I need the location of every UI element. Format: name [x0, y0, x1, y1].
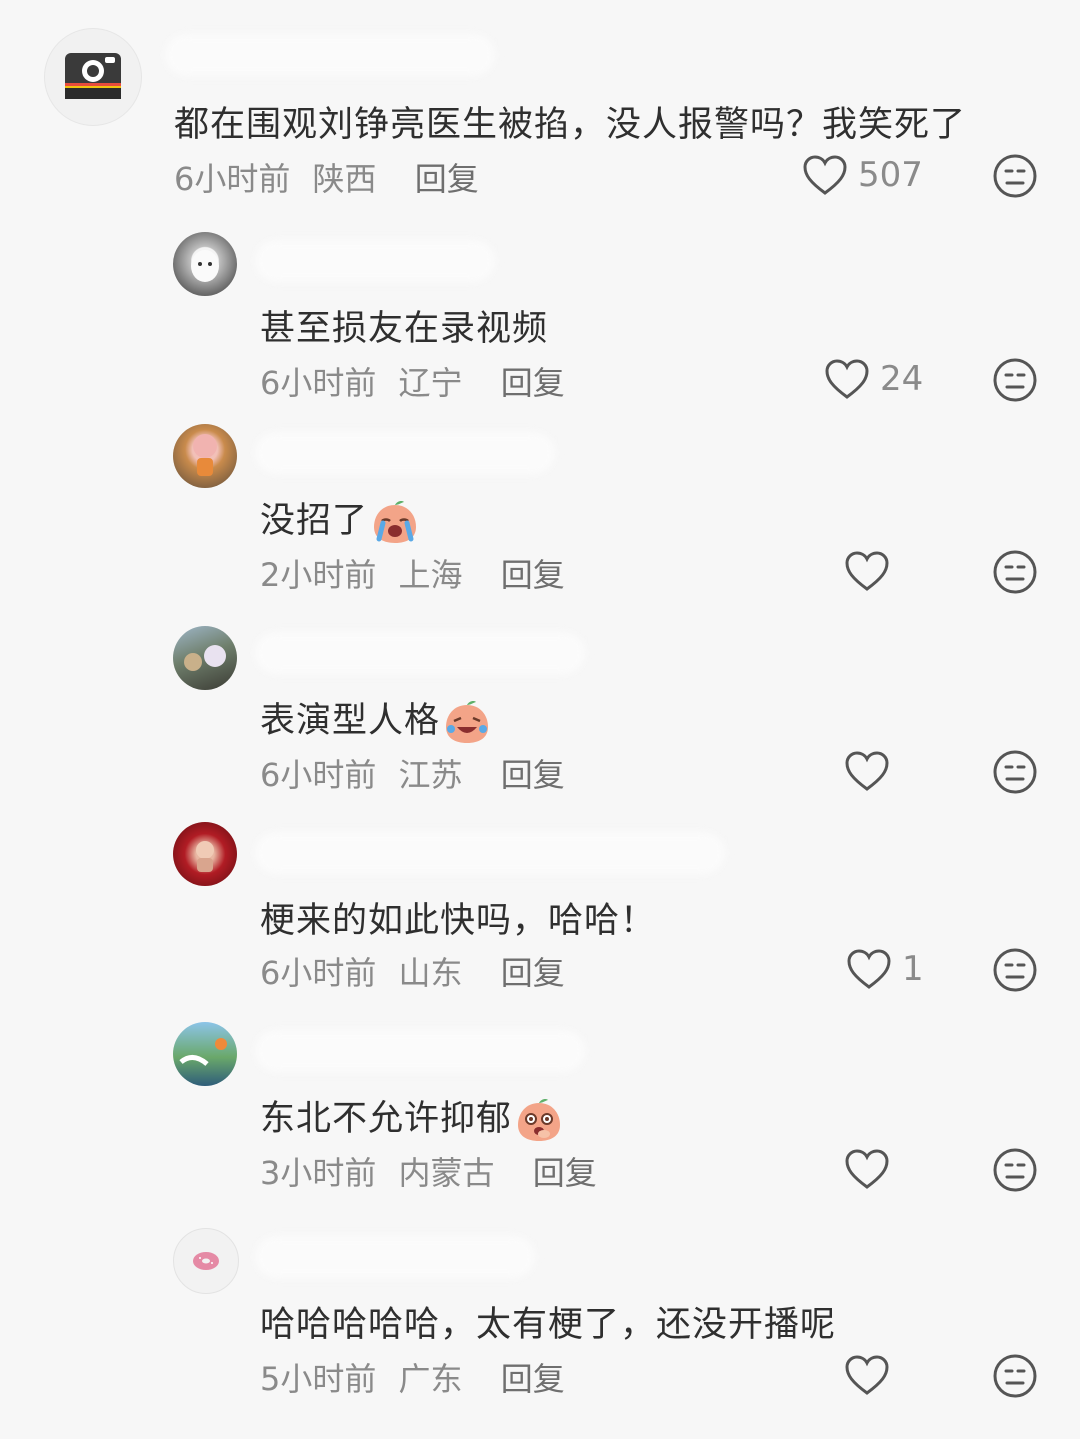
comment-text: 表演型人格: [260, 692, 492, 745]
dislike-button[interactable]: [992, 749, 1038, 795]
crying-peach-emoji: [374, 501, 417, 543]
like-button[interactable]: [844, 750, 890, 792]
comment-time: 6小时前: [260, 954, 377, 992]
like-count: 1: [902, 949, 924, 989]
like-count: 507: [858, 155, 923, 195]
like-button[interactable]: 24: [824, 358, 923, 400]
shocked-peach-emoji: [518, 1099, 561, 1141]
camera-icon: [65, 53, 121, 99]
meh-face-icon: [993, 358, 1037, 402]
reply-button[interactable]: 回复: [501, 364, 565, 402]
dislike-button[interactable]: [992, 1353, 1038, 1399]
comment-meta: 6小时前 辽宁 回复: [260, 358, 565, 404]
meh-face-icon: [993, 1354, 1037, 1398]
heart-icon: [845, 551, 889, 591]
username[interactable]: [255, 1030, 585, 1072]
comment-text: 梗来的如此快吗，哈哈！: [260, 901, 657, 941]
meh-face-icon: [993, 750, 1037, 794]
username[interactable]: [255, 240, 495, 282]
comment-meta: 2小时前 上海 回复: [260, 550, 565, 596]
comment-text: 甚至损友在录视频: [260, 309, 549, 349]
username[interactable]: [255, 632, 585, 674]
plush-photo: [184, 645, 226, 671]
comment-time: 3小时前: [260, 1154, 377, 1192]
dislike-button[interactable]: [992, 153, 1038, 199]
username[interactable]: [165, 34, 495, 76]
heart-icon: [803, 155, 847, 195]
comment-text: 东北不允许抑郁: [260, 1090, 564, 1143]
comment-location: 山东: [398, 954, 463, 992]
like-button[interactable]: 1: [846, 948, 924, 990]
like-button[interactable]: [844, 550, 890, 592]
username[interactable]: [255, 432, 555, 474]
username[interactable]: [255, 1236, 535, 1278]
comment-time: 2小时前: [260, 556, 377, 594]
like-button[interactable]: [844, 1148, 890, 1190]
reply-button[interactable]: 回复: [501, 756, 565, 794]
comment-time: 6小时前: [260, 756, 377, 794]
avatar[interactable]: [173, 232, 237, 296]
comment-location: 上海: [398, 556, 463, 594]
dislike-button[interactable]: [992, 549, 1038, 595]
comment-time: 6小时前: [174, 160, 291, 198]
comment-item: 都在围观刘铮亮医生被掐，没人报警吗？我笑死了 6小时前 陕西 回复 507: [0, 0, 1080, 220]
meh-face-icon: [993, 550, 1037, 594]
username[interactable]: [255, 832, 725, 874]
comment-location: 辽宁: [398, 364, 463, 402]
heart-icon: [845, 1355, 889, 1395]
reply-button[interactable]: 回复: [501, 1360, 565, 1398]
comment-text: 哈哈哈哈哈，太有梗了，还没开播呢: [260, 1305, 837, 1345]
comment-meta: 3小时前 内蒙古 回复: [260, 1148, 597, 1194]
comment-text-content: 表演型人格: [260, 701, 441, 741]
dislike-button[interactable]: [992, 1147, 1038, 1193]
doll-photo: [193, 434, 217, 476]
comment-location: 内蒙古: [398, 1154, 495, 1192]
comment-text: 都在围观刘铮亮医生被掐，没人报警吗？我笑死了: [174, 105, 967, 145]
reply-button[interactable]: 回复: [533, 1154, 597, 1192]
comment-text-content: 东北不允许抑郁: [260, 1099, 513, 1139]
like-button[interactable]: 507: [802, 154, 923, 196]
red-figure-photo: [196, 841, 214, 872]
avatar[interactable]: [173, 1228, 239, 1294]
reply-button[interactable]: 回复: [501, 954, 565, 992]
heart-icon: [845, 751, 889, 791]
reply-button[interactable]: 回复: [501, 556, 565, 594]
avatar[interactable]: [44, 28, 142, 126]
heart-icon: [845, 1149, 889, 1189]
comment-text: 没招了: [260, 492, 420, 545]
comment-location: 江苏: [398, 756, 463, 794]
reply-button[interactable]: 回复: [415, 160, 479, 198]
avatar[interactable]: [173, 626, 237, 690]
dislike-button[interactable]: [992, 357, 1038, 403]
cat-photo: [191, 250, 219, 282]
like-count: 24: [880, 359, 924, 399]
comment-location: 广东: [398, 1360, 463, 1398]
donut-icon: [193, 1252, 219, 1270]
like-button[interactable]: [844, 1354, 890, 1396]
comment-meta: 5小时前 广东 回复: [260, 1354, 565, 1400]
comment-meta: 6小时前 陕西 回复: [174, 154, 479, 200]
meh-face-icon: [993, 948, 1037, 992]
heart-icon: [847, 949, 891, 989]
comment-location: 陕西: [312, 160, 377, 198]
laughing-peach-emoji: [446, 701, 489, 743]
comment-time: 5小时前: [260, 1360, 377, 1398]
meh-face-icon: [993, 154, 1037, 198]
anime-landscape-photo: [179, 1038, 227, 1066]
avatar[interactable]: [173, 1022, 237, 1086]
comment-time: 6小时前: [260, 364, 377, 402]
dislike-button[interactable]: [992, 947, 1038, 993]
heart-icon: [825, 359, 869, 399]
comment-meta: 6小时前 山东 回复: [260, 948, 565, 994]
comment-text-content: 没招了: [260, 501, 369, 541]
avatar[interactable]: [173, 424, 237, 488]
comment-meta: 6小时前 江苏 回复: [260, 750, 565, 796]
avatar[interactable]: [173, 822, 237, 886]
meh-face-icon: [993, 1148, 1037, 1192]
